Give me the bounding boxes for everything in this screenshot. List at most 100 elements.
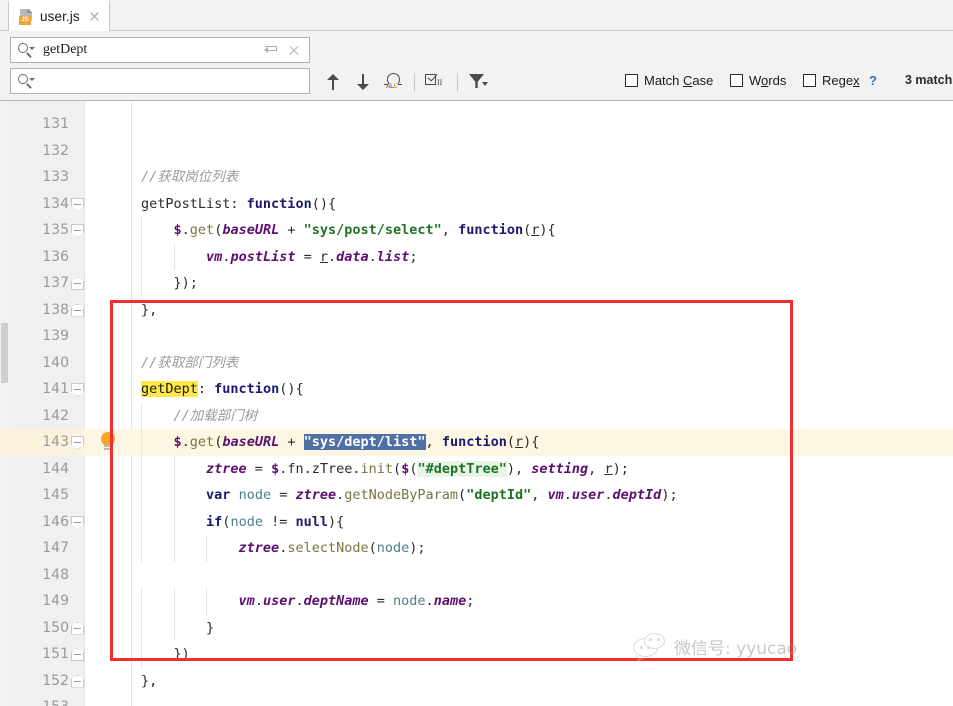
code-line-143[interactable]: 143 $.get(baseURL + "sys/dept/list", fun… (0, 429, 953, 456)
code-text: if(node != null){ (141, 509, 344, 536)
fold-marker[interactable] (71, 224, 84, 237)
line-number: 153 (9, 694, 69, 706)
js-badge-label: JS (19, 16, 31, 25)
help-link[interactable]: ? (869, 73, 877, 88)
code-line-137[interactable]: 137 }); (0, 270, 953, 297)
code-line-146[interactable]: 146 if(node != null){ (0, 509, 953, 536)
line-number: 133 (9, 164, 69, 191)
code-text: $.get(baseURL + "sys/dept/list", functio… (141, 429, 539, 456)
code-text: }); (141, 270, 198, 297)
code-line-141[interactable]: 141getDept: function(){ (0, 376, 953, 403)
code-text: ztree.selectNode(node); (141, 535, 426, 562)
line-number: 152 (9, 668, 69, 695)
match-count-label: 3 match (905, 73, 953, 87)
filter-icon[interactable] (464, 69, 494, 95)
code-line-152[interactable]: 152}, (0, 668, 953, 695)
code-text: }, (141, 668, 157, 695)
line-number: 142 (9, 403, 69, 430)
code-text: vm.user.deptName = node.name; (141, 588, 474, 615)
line-number: 138 (9, 297, 69, 324)
words-label: Words (749, 73, 786, 88)
tab-filename: user.js (40, 9, 80, 24)
code-line-134[interactable]: 134 getPostList: function(){ (0, 191, 953, 218)
toolbar-divider (414, 73, 415, 91)
code-line-138[interactable]: 138}, (0, 297, 953, 324)
fold-marker[interactable] (71, 648, 84, 661)
code-line-153[interactable]: 153 (0, 694, 953, 706)
code-line-133[interactable]: 133 //获取岗位列表 (0, 164, 953, 191)
line-number: 136 (9, 244, 69, 271)
code-line-150[interactable]: 150 } (0, 615, 953, 642)
code-text: }) (141, 641, 190, 668)
words-checkbox[interactable]: Words (730, 73, 786, 88)
code-line-149[interactable]: 149 vm.user.deptName = node.name; (0, 588, 953, 615)
search-icon[interactable] (15, 39, 37, 61)
match-case-box[interactable] (625, 74, 638, 87)
code-line-135[interactable]: 135 $.get(baseURL + "sys/post/select", f… (0, 217, 953, 244)
line-number: 147 (9, 535, 69, 562)
code-line-147[interactable]: 147 ztree.selectNode(node); (0, 535, 953, 562)
words-box[interactable] (730, 74, 743, 87)
return-arrow-icon[interactable] (261, 40, 281, 60)
fold-marker[interactable] (71, 383, 84, 396)
code-line-148[interactable]: 148 (0, 562, 953, 589)
add-selection-icon[interactable]: II (421, 69, 451, 95)
match-case-checkbox[interactable]: Match Case (625, 73, 713, 88)
tab-close-icon[interactable] (88, 10, 101, 23)
code-line-144[interactable]: 144 ztree = $.fn.zTree.init($("#deptTree… (0, 456, 953, 483)
line-number: 134 (9, 191, 69, 218)
editor-tab-user-js[interactable]: JS user.js (8, 0, 110, 31)
code-line-132[interactable]: 132 (0, 138, 953, 165)
replace-field-container[interactable] (10, 68, 310, 94)
ide-window: JS user.js getDept (0, 0, 953, 706)
find-previous-icon[interactable] (318, 69, 348, 95)
code-text: //获取岗位列表 (141, 164, 238, 191)
fold-marker[interactable] (71, 516, 84, 529)
line-number: 135 (9, 217, 69, 244)
line-number: 137 (9, 270, 69, 297)
code-line-140[interactable]: 140 //获取部门列表 (0, 350, 953, 377)
code-line-136[interactable]: 136 vm.postList = r.data.list; (0, 244, 953, 271)
line-number: 145 (9, 482, 69, 509)
code-text: getPostList: function(){ (141, 191, 336, 218)
intention-bulb-icon[interactable] (100, 432, 116, 452)
fold-marker[interactable] (71, 622, 84, 635)
code-text: } (141, 615, 214, 642)
fold-marker[interactable] (71, 304, 84, 317)
line-number: 140 (9, 350, 69, 377)
find-next-icon[interactable] (348, 69, 378, 95)
line-number: 139 (9, 323, 69, 350)
line-number: 131 (9, 111, 69, 138)
search-input[interactable]: getDept (37, 42, 261, 58)
regex-label: Regex (822, 73, 860, 88)
code-text: vm.postList = r.data.list; (141, 244, 417, 271)
code-line-131[interactable]: 131 (0, 111, 953, 138)
code-editor[interactable]: 131132133 //获取岗位列表 134 getPostList: functio… (0, 101, 953, 706)
find-replace-panel: getDept ALL (0, 31, 953, 101)
fold-marker[interactable] (71, 198, 84, 211)
select-all-occurrences-icon[interactable]: ALL (378, 69, 408, 95)
fold-marker[interactable] (71, 675, 84, 688)
fold-marker[interactable] (71, 436, 84, 449)
regex-checkbox[interactable]: Regex (803, 73, 860, 88)
code-line-145[interactable]: 145 var node = ztree.getNodeByParam("dep… (0, 482, 953, 509)
close-find-icon[interactable] (285, 41, 303, 59)
fold-marker[interactable] (71, 277, 84, 290)
code-text: ztree = $.fn.zTree.init($("#deptTree"), … (141, 456, 629, 483)
search-field-container[interactable]: getDept (10, 37, 310, 63)
code-text: //加载部门树 (141, 403, 257, 430)
line-number: 149 (9, 588, 69, 615)
line-number: 148 (9, 562, 69, 589)
regex-box[interactable] (803, 74, 816, 87)
code-line-151[interactable]: 151 }) (0, 641, 953, 668)
js-file-icon: JS (19, 9, 34, 25)
line-number: 150 (9, 615, 69, 642)
code-line-139[interactable]: 139 (0, 323, 953, 350)
code-text: //获取部门列表 (141, 350, 238, 377)
replace-search-icon[interactable] (15, 70, 37, 92)
code-line-142[interactable]: 142 //加载部门树 (0, 403, 953, 430)
line-number: 151 (9, 641, 69, 668)
code-text: }, (141, 297, 157, 324)
line-number: 144 (9, 456, 69, 483)
code-text: $.get(baseURL + "sys/post/select", funct… (141, 217, 556, 244)
